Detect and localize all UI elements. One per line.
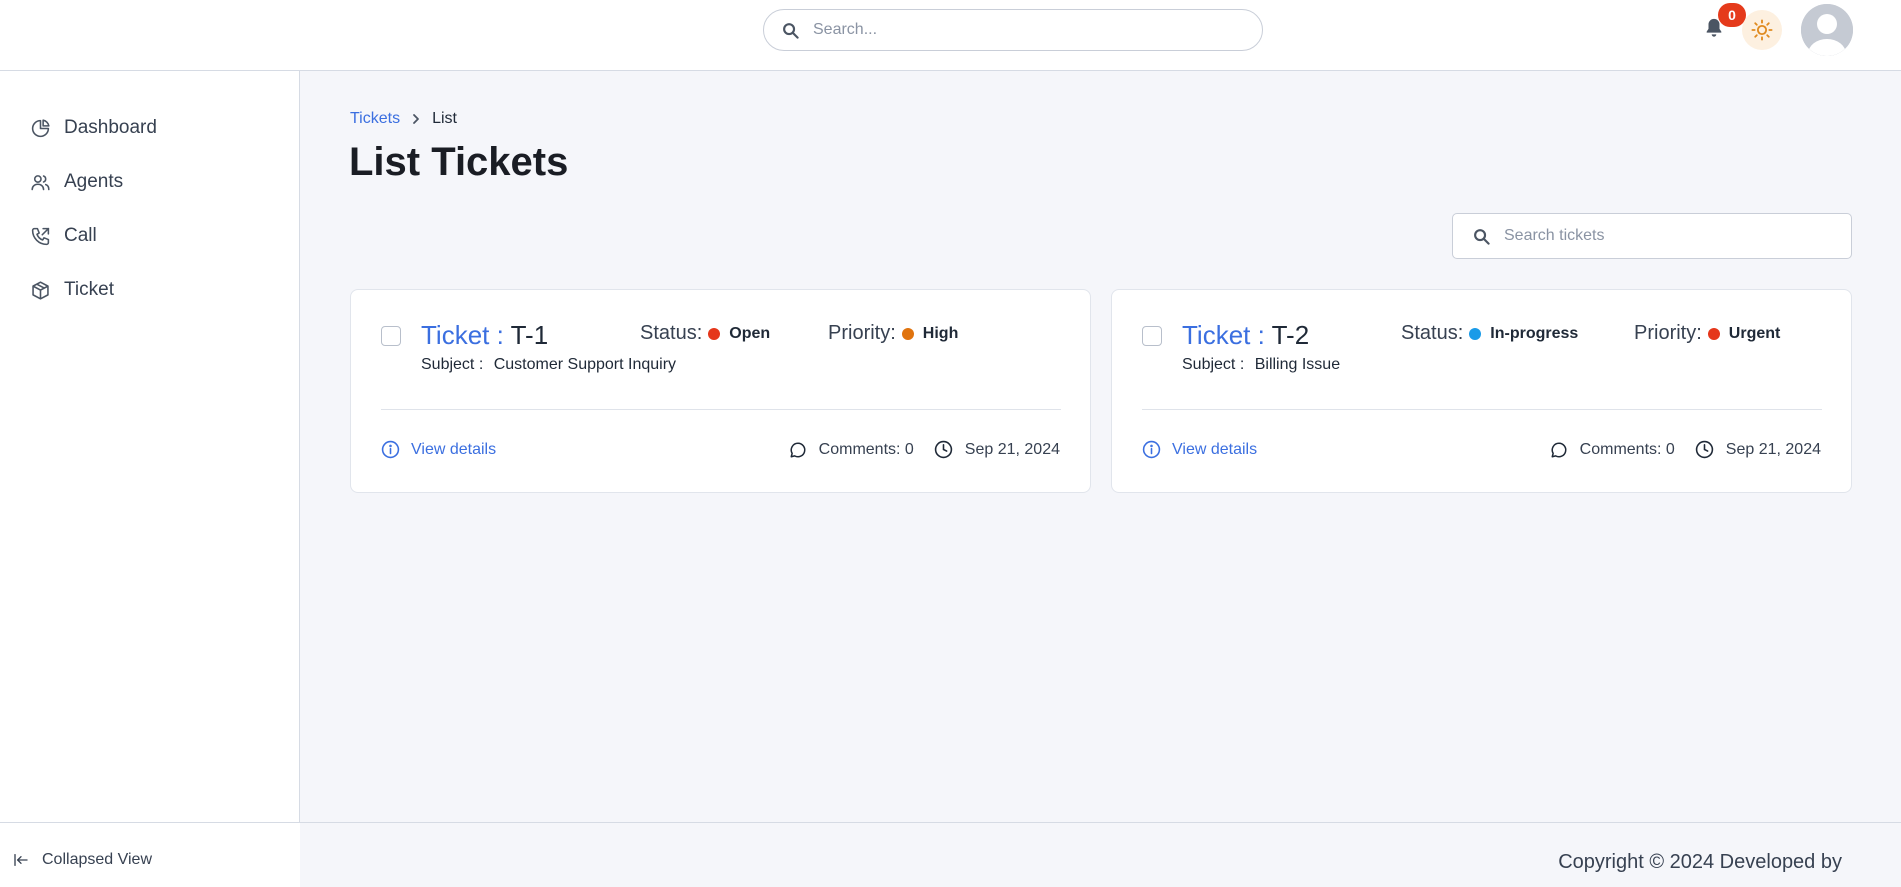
sidebar-item-call[interactable]: Call [30, 220, 97, 252]
card-divider [1142, 409, 1822, 410]
subject-label: Subject : [1182, 356, 1245, 373]
priority-label: Priority: [828, 322, 896, 344]
theme-toggle-button[interactable] [1742, 10, 1782, 50]
ticket-date: Sep 21, 2024 [1695, 440, 1821, 459]
ticket-priority: Priority: High [828, 322, 958, 345]
comments-label: Comments: 0 [1579, 440, 1675, 458]
ticket-id: T-1 [510, 320, 549, 350]
collapsed-view-button[interactable]: Collapsed View [12, 851, 152, 869]
ticket-date: Sep 21, 2024 [934, 440, 1060, 459]
notification-count-badge: 0 [1718, 3, 1746, 27]
ticket-prefix: Ticket : [421, 320, 504, 350]
global-search-input[interactable] [813, 21, 1262, 39]
phone-outgoing-icon [31, 227, 50, 245]
user-avatar[interactable] [1801, 4, 1853, 56]
global-search-box[interactable] [763, 9, 1263, 51]
clock-icon [934, 440, 953, 459]
info-icon [1142, 440, 1161, 459]
status-label: Status: [640, 322, 703, 344]
ticket-search-input[interactable] [1504, 227, 1851, 245]
ticket-select-checkbox[interactable] [381, 326, 401, 346]
ticket-footer-meta: Comments: 0 Sep 21, 2024 [1550, 440, 1821, 459]
clock-icon [1695, 440, 1714, 459]
ticket-select-checkbox[interactable] [1142, 326, 1162, 346]
chevron-right-icon [413, 114, 419, 124]
status-dot [1469, 327, 1482, 340]
comment-icon [1551, 442, 1567, 457]
breadcrumb-current: List [432, 110, 457, 127]
status-value: In-progress [1490, 324, 1579, 342]
breadcrumb: Tickets List [350, 110, 457, 128]
view-details-label: View details [1172, 440, 1258, 458]
ticket-footer-meta: Comments: 0 Sep 21, 2024 [789, 440, 1060, 459]
ticket-subject: Subject : Customer Support Inquiry [421, 356, 676, 374]
ticket-card: Ticket : T-2 Subject : Billing Issue Sta… [1111, 289, 1852, 493]
collapsed-view-label: Collapsed View [42, 851, 152, 868]
ticket-status: Status: In-progress [1401, 322, 1578, 345]
priority-dot [1707, 327, 1720, 340]
pie-chart-icon [31, 118, 50, 137]
collapse-left-icon [14, 854, 28, 866]
subject-value: Billing Issue [1254, 356, 1341, 373]
ticket-subject: Subject : Billing Issue [1182, 356, 1340, 374]
box-icon [32, 280, 49, 300]
view-details-label: View details [411, 440, 497, 458]
ticket-title[interactable]: Ticket : T-1 [421, 320, 548, 351]
sidebar-item-dashboard[interactable]: Dashboard [30, 112, 157, 144]
copyright-text: Copyright © 2024 Developed by [1558, 851, 1842, 873]
sidebar-item-agents[interactable]: Agents [30, 166, 123, 198]
users-icon [31, 174, 50, 190]
comment-icon [790, 442, 806, 457]
status-dot [708, 327, 721, 340]
top-bar: 0 [0, 0, 1901, 71]
ticket-id: T-2 [1271, 320, 1310, 350]
sun-icon [1751, 19, 1773, 41]
ticket-status: Status: Open [640, 322, 770, 345]
ticket-title[interactable]: Ticket : T-2 [1182, 320, 1309, 351]
search-icon [1474, 228, 1490, 245]
status-value: Open [729, 324, 771, 342]
ticket-priority: Priority: Urgent [1634, 322, 1780, 345]
ticket-search-box[interactable] [1452, 213, 1852, 259]
sidebar-item-label: Ticket [64, 279, 114, 300]
sidebar-item-ticket[interactable]: Ticket [30, 274, 114, 306]
user-icon [1801, 4, 1853, 56]
date-label: Sep 21, 2024 [964, 440, 1060, 458]
view-details-link[interactable]: View details [381, 440, 496, 459]
comments-count: Comments: 0 [789, 441, 914, 459]
sidebar-item-label: Call [64, 225, 97, 246]
priority-dot [901, 327, 914, 340]
subject-label: Subject : [421, 356, 484, 373]
card-divider [381, 409, 1061, 410]
ticket-prefix: Ticket : [1182, 320, 1265, 350]
sidebar-item-label: Dashboard [64, 117, 157, 138]
info-icon [381, 440, 400, 459]
search-icon [783, 22, 799, 39]
breadcrumb-link-tickets[interactable]: Tickets [350, 110, 400, 128]
date-label: Sep 21, 2024 [1725, 440, 1821, 458]
priority-label: Priority: [1634, 322, 1702, 344]
priority-value: Urgent [1728, 324, 1781, 342]
comments-label: Comments: 0 [818, 440, 914, 458]
comments-count: Comments: 0 [1550, 441, 1675, 459]
sidebar-item-label: Agents [64, 171, 124, 192]
view-details-link[interactable]: View details [1142, 440, 1257, 459]
ticket-card: Ticket : T-1 Subject : Customer Support … [350, 289, 1091, 493]
page-title: List Tickets [349, 140, 569, 184]
subject-value: Customer Support Inquiry [493, 356, 677, 373]
priority-value: High [922, 324, 959, 342]
status-label: Status: [1401, 322, 1464, 344]
